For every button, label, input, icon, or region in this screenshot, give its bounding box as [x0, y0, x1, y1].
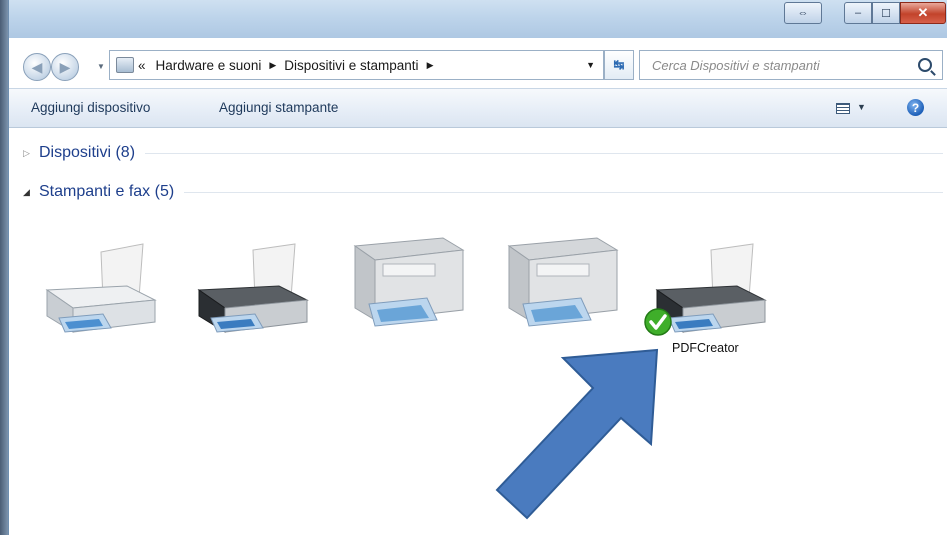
breadcrumb-devices-printers[interactable]: Dispositivi e stampanti — [284, 58, 418, 73]
explorer-window: ⇔ – ☐ ✕ ◀ ▶ ▼ « Hardware e suoni ▶ Dispo… — [8, 0, 947, 535]
close-button[interactable]: ✕ — [900, 2, 946, 24]
multifunction-printer-icon[interactable] — [345, 228, 469, 334]
inkjet-printer-white-icon[interactable] — [39, 240, 159, 340]
inkjet-printer-black-icon[interactable] — [191, 240, 311, 340]
desktop-edge — [0, 0, 8, 535]
snap-button[interactable]: ⇔ — [784, 2, 822, 24]
search-input[interactable] — [650, 56, 918, 74]
group-devices[interactable]: ▷ Dispositivi (8) — [23, 144, 943, 162]
printer-label[interactable]: PDFCreator — [672, 341, 739, 355]
minimize-button[interactable]: – — [844, 2, 872, 24]
view-options-icon[interactable] — [836, 103, 850, 114]
recent-pages-dropdown[interactable]: ▼ — [97, 62, 105, 71]
add-device-button[interactable]: Aggiungi dispositivo — [31, 100, 150, 115]
chevron-right-icon[interactable]: ▶ — [427, 60, 434, 71]
group-devices-title[interactable]: Dispositivi (8) — [39, 144, 135, 162]
search-box[interactable] — [639, 50, 943, 80]
title-bar[interactable]: ⇔ – ☐ ✕ — [9, 0, 947, 38]
breadcrumb-hardware[interactable]: Hardware e suoni — [156, 58, 262, 73]
help-icon[interactable]: ? — [907, 99, 924, 116]
multifunction-printer-icon[interactable] — [499, 228, 623, 334]
default-printer-check-icon — [644, 308, 672, 336]
back-button[interactable]: ◀ — [23, 53, 51, 81]
refresh-button[interactable]: ↹ — [604, 50, 634, 80]
chevron-right-icon[interactable]: ▶ — [269, 60, 276, 71]
pointer-arrow-annotation — [495, 348, 659, 520]
add-printer-button[interactable]: Aggiungi stampante — [219, 100, 338, 115]
group-divider — [184, 191, 943, 193]
collapse-arrow-icon[interactable]: ◢ — [23, 187, 35, 198]
group-printers[interactable]: ◢ Stampanti e fax (5) — [23, 183, 943, 201]
group-printers-title[interactable]: Stampanti e fax (5) — [39, 183, 174, 201]
window-controls: ⇔ – ☐ ✕ — [784, 2, 946, 24]
maximize-button[interactable]: ☐ — [872, 2, 900, 24]
command-bar: Aggiungi dispositivo Aggiungi stampante … — [9, 88, 947, 128]
group-divider — [145, 152, 943, 154]
view-dropdown-icon[interactable]: ▼ — [857, 102, 866, 112]
search-icon[interactable] — [918, 58, 932, 72]
navigation-row: ◀ ▶ ▼ « Hardware e suoni ▶ Dispositivi e… — [9, 48, 947, 82]
address-bar[interactable]: « Hardware e suoni ▶ Dispositivi e stamp… — [109, 50, 604, 80]
control-panel-icon — [116, 57, 134, 73]
expand-arrow-icon[interactable]: ▷ — [23, 148, 35, 159]
forward-button[interactable]: ▶ — [51, 53, 79, 81]
breadcrumb-overflow[interactable]: « — [138, 58, 146, 73]
address-dropdown-icon[interactable]: ▼ — [586, 60, 595, 70]
